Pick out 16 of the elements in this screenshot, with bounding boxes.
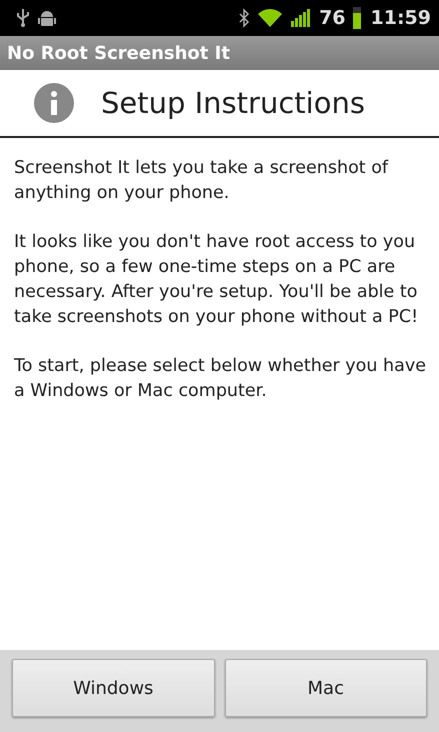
clock-time: 11:59 [370, 7, 431, 29]
battery-icon [352, 7, 361, 29]
signal-icon [290, 8, 312, 28]
wifi-icon [257, 8, 284, 28]
choice-button[interactable]: Mac [224, 659, 427, 717]
app-title: No Root Screenshot It [7, 42, 230, 64]
dialog-title: Setup Instructions [101, 86, 365, 120]
usb-icon [16, 8, 30, 28]
instruction-text: To start, please select below whether you have a Windows or Mac computer. [14, 355, 427, 403]
instruction-text: It looks like you don't have root access to you phone, so a few one-time steps on a PC are necessary. After you're setup. You'll be able to take screenshots on your phone without a PC! [14, 231, 420, 329]
choice-button[interactable]: Windows [12, 659, 214, 717]
instruction-text: Screenshot It lets you take a screenshot of anything on your phone. [14, 157, 390, 205]
battery-level: 76 [319, 7, 346, 29]
info-icon [34, 83, 74, 123]
android-icon [37, 8, 57, 28]
bluetooth-icon [238, 8, 250, 28]
